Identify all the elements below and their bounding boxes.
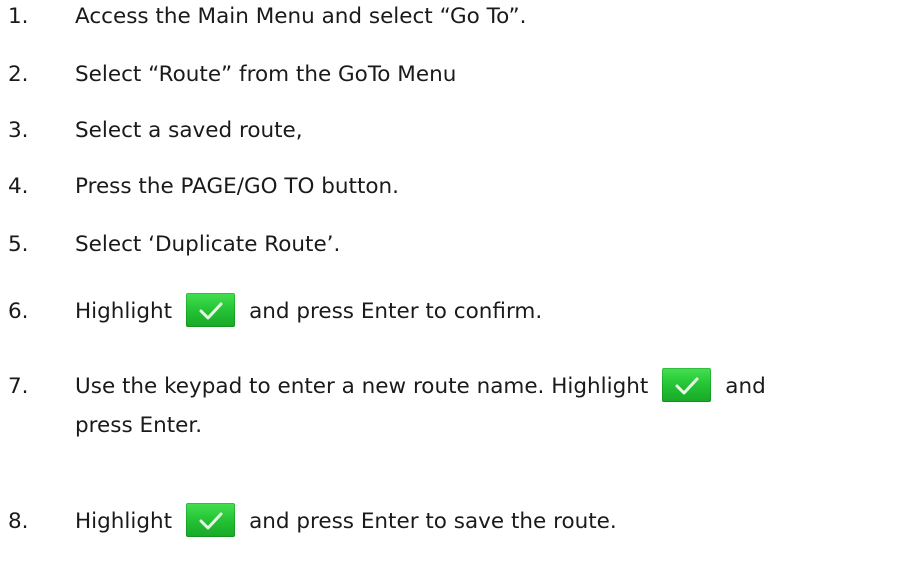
- step-text: Select “Route” from the GoTo Menu: [75, 62, 457, 87]
- step-text-before: Highlight: [75, 299, 173, 324]
- checkmark-icon: [675, 377, 699, 395]
- step-text-after: and: [725, 374, 766, 399]
- step-text-after: and press Enter to confirm.: [249, 299, 543, 324]
- check-button[interactable]: [186, 293, 236, 327]
- step-text-before: Use the keypad to enter a new route name…: [75, 374, 649, 399]
- checkmark-icon: [199, 512, 223, 530]
- step-text-continued: press Enter.: [75, 413, 203, 438]
- step-text: Highlight and press Enter to save the rou…: [75, 503, 617, 539]
- checkmark-icon: [199, 302, 223, 320]
- step-number: 4.: [8, 174, 29, 199]
- step-text-before: Highlight: [75, 509, 173, 534]
- step-number: 2.: [8, 62, 29, 87]
- check-button[interactable]: [186, 503, 236, 537]
- step-text: Use the keypad to enter a new route name…: [75, 368, 766, 404]
- step-number: 8.: [8, 509, 29, 534]
- step-text: Access the Main Menu and select “Go To”.: [75, 4, 527, 29]
- step-text: Select ‘Duplicate Route’.: [75, 232, 341, 257]
- step-number: 6.: [8, 299, 29, 324]
- step-text: Select a saved route,: [75, 118, 303, 143]
- step-number: 1.: [8, 4, 29, 29]
- check-button[interactable]: [662, 368, 712, 402]
- step-number: 3.: [8, 118, 29, 143]
- step-text-after: and press Enter to save the route.: [249, 509, 617, 534]
- step-text: Press the PAGE/GO TO button.: [75, 174, 400, 199]
- step-number: 5.: [8, 232, 29, 257]
- step-text: Highlight and press Enter to confirm.: [75, 293, 543, 329]
- step-number: 7.: [8, 374, 29, 399]
